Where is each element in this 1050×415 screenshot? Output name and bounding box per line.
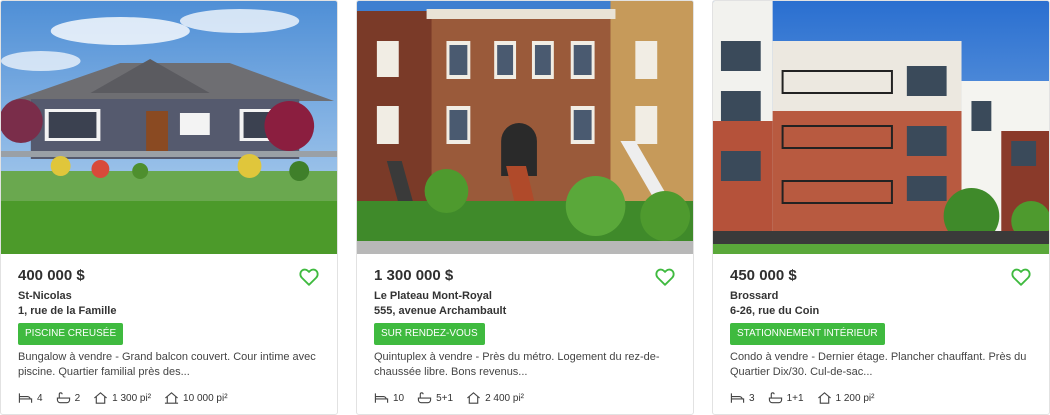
- property-photo-bungalow[interactable]: [1, 1, 337, 254]
- listing-address: 555, avenue Archambault: [374, 305, 507, 317]
- listing-card[interactable]: 1 300 000 $ Le Plateau Mont-Royal 555, a…: [356, 0, 694, 415]
- spec-bathrooms: 5+1: [417, 391, 453, 405]
- bathrooms-count: 2: [74, 392, 81, 404]
- bathrooms-count: 5+1: [436, 392, 454, 404]
- heart-outline-icon[interactable]: [1010, 266, 1032, 288]
- lot-size-value: 10 000 pi²: [183, 392, 228, 404]
- listing-description: Condo à vendre - Dernier étage. Plancher…: [730, 351, 1027, 378]
- bathtub-icon: [56, 392, 70, 404]
- listing-city: Le Plateau Mont-Royal: [374, 290, 492, 302]
- spec-living-area: 2 400 pi²: [466, 391, 524, 405]
- heart-outline-icon[interactable]: [298, 266, 320, 288]
- spec-bedrooms: 3: [730, 391, 755, 405]
- bedrooms-count: 3: [749, 392, 755, 404]
- listing-card[interactable]: 450 000 $ Brossard 6-26, rue du Coin STA…: [712, 0, 1050, 415]
- listing-card[interactable]: 400 000 $ St-Nicolas 1, rue de la Famill…: [0, 0, 338, 415]
- living-area-value: 1 300 pi²: [112, 392, 152, 404]
- living-area-value: 1 200 pi²: [835, 392, 875, 404]
- listing-price[interactable]: 450 000 $: [730, 267, 797, 284]
- listing-feature-badge: SUR RENDEZ-VOUS: [374, 323, 485, 345]
- listing-specs: 4 2 1 300 pi² 10 000 pi²: [18, 390, 241, 406]
- spec-lot-size: 10 000 pi²: [164, 391, 228, 405]
- listing-price[interactable]: 400 000 $: [18, 267, 85, 284]
- listing-specs: 10 5+1 2 400 pi²: [374, 390, 537, 406]
- property-photo-condo[interactable]: [713, 1, 1049, 254]
- spec-bedrooms: 4: [18, 391, 43, 405]
- bedrooms-count: 10: [393, 392, 405, 404]
- spec-living-area: 1 200 pi²: [817, 391, 875, 405]
- living-area-value: 2 400 pi²: [485, 392, 525, 404]
- listing-address: 1, rue de la Famille: [18, 305, 117, 317]
- listing-feature-badge: STATIONNEMENT INTÉRIEUR: [730, 323, 885, 345]
- bed-icon: [730, 393, 745, 403]
- spec-living-area: 1 300 pi²: [93, 391, 151, 405]
- house-icon: [817, 392, 831, 404]
- spec-bathrooms: 1+1: [768, 391, 804, 405]
- listing-city: St-Nicolas: [18, 290, 72, 302]
- bathtub-icon: [417, 392, 432, 404]
- listing-feature-badge: PISCINE CREUSÉE: [18, 323, 124, 345]
- lot-icon: [164, 392, 179, 404]
- heart-outline-icon[interactable]: [654, 266, 676, 288]
- spec-bedrooms: 10: [374, 391, 404, 405]
- bathrooms-count: 1+1: [786, 392, 804, 404]
- spec-bathrooms: 2: [56, 391, 81, 405]
- bed-icon: [374, 393, 389, 403]
- property-photo-quintuplex[interactable]: [357, 1, 693, 254]
- house-icon: [467, 392, 481, 404]
- bathtub-icon: [768, 392, 782, 404]
- listing-price[interactable]: 1 300 000 $: [374, 267, 453, 284]
- listing-address: 6-26, rue du Coin: [730, 305, 820, 317]
- bedrooms-count: 4: [37, 392, 43, 404]
- listing-description: Quintuplex à vendre - Près du métro. Log…: [374, 351, 660, 378]
- listing-specs: 3 1+1 1 200 pi²: [730, 390, 887, 406]
- house-icon: [94, 392, 108, 404]
- bed-icon: [18, 393, 33, 403]
- listing-city: Brossard: [730, 290, 779, 302]
- listing-description: Bungalow à vendre - Grand balcon couvert…: [18, 351, 316, 378]
